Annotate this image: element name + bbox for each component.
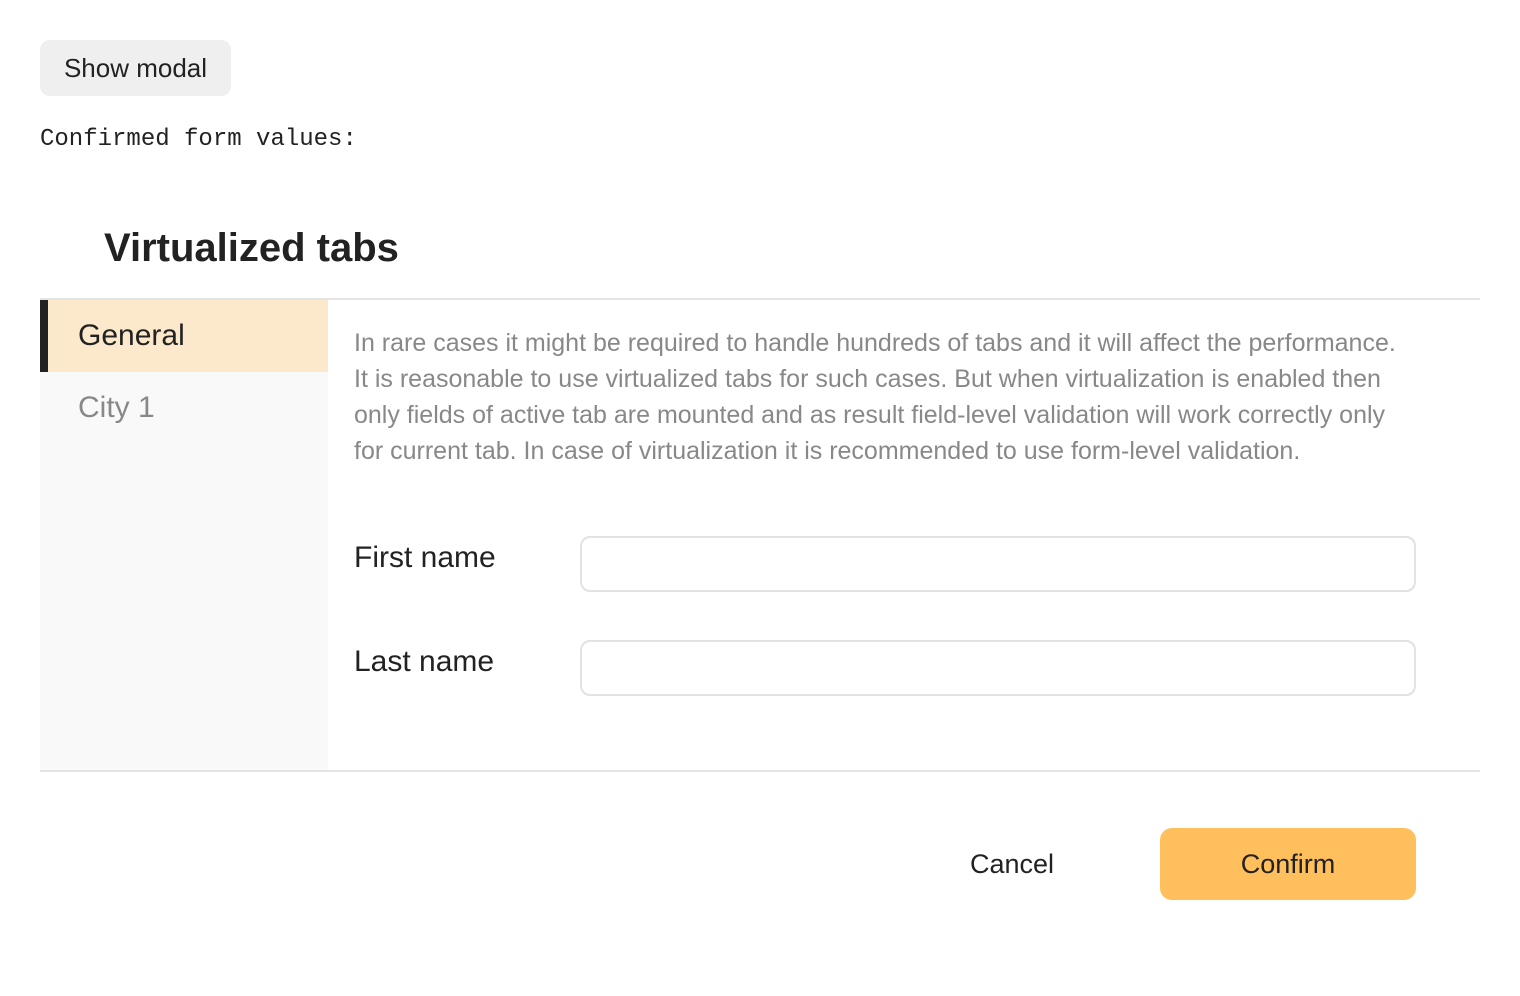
first-name-label: First name	[354, 541, 496, 574]
confirm-button[interactable]: Confirm	[1160, 828, 1416, 900]
confirmed-form-values-label: Confirmed form values:	[40, 126, 357, 153]
show-modal-button[interactable]: Show modal	[40, 40, 231, 96]
modal-footer-divider	[40, 770, 1480, 772]
cancel-button[interactable]: Cancel	[940, 828, 1084, 900]
tabs-sidebar: General City 1	[40, 300, 328, 770]
last-name-label: Last name	[354, 645, 495, 678]
tab-general[interactable]: General	[40, 300, 328, 372]
tab-description: In rare cases it might be required to ha…	[354, 329, 1396, 465]
last-name-field[interactable]	[580, 640, 1416, 696]
tab-city-1[interactable]: City 1	[40, 372, 328, 444]
modal-title: Virtualized tabs	[104, 226, 399, 270]
first-name-field[interactable]	[580, 536, 1416, 592]
